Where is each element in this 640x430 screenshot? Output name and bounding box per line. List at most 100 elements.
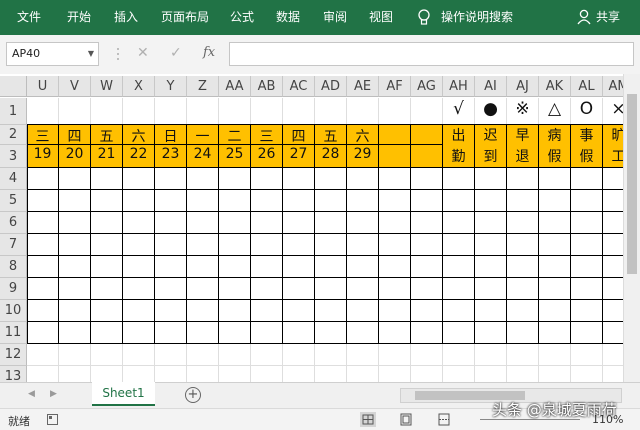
date-cell[interactable]: 19 — [27, 145, 59, 168]
attendance-cell[interactable] — [571, 300, 603, 322]
page-layout-view-icon[interactable] — [398, 412, 414, 427]
empty-cell[interactable] — [155, 366, 187, 382]
row-header-10[interactable]: 10 — [0, 300, 27, 322]
empty-cell[interactable] — [571, 344, 603, 366]
empty-cell[interactable] — [507, 344, 539, 366]
empty-cell[interactable] — [251, 366, 283, 382]
cancel-icon[interactable]: ✕ — [137, 45, 149, 61]
attendance-cell[interactable] — [187, 168, 219, 190]
weekday-cell[interactable]: 四 — [283, 125, 315, 145]
weekday-cell[interactable]: 五 — [91, 125, 123, 145]
attendance-cell[interactable] — [59, 322, 91, 344]
attendance-cell[interactable] — [27, 300, 59, 322]
attendance-cell[interactable] — [155, 278, 187, 300]
attendance-cell[interactable] — [91, 190, 123, 212]
attendance-cell[interactable] — [411, 322, 443, 344]
empty-cell[interactable] — [443, 344, 475, 366]
empty-cell[interactable] — [91, 98, 123, 125]
empty-cell[interactable] — [123, 344, 155, 366]
empty-cell[interactable] — [411, 344, 443, 366]
attendance-cell[interactable] — [315, 278, 347, 300]
attendance-cell[interactable] — [475, 278, 507, 300]
empty-cell[interactable] — [251, 98, 283, 125]
attendance-cell[interactable] — [91, 234, 123, 256]
attendance-cell[interactable] — [571, 190, 603, 212]
empty-cell[interactable] — [571, 366, 603, 382]
attendance-cell[interactable] — [347, 322, 379, 344]
attendance-cell[interactable] — [187, 212, 219, 234]
attendance-cell[interactable] — [411, 190, 443, 212]
status-label-cell[interactable]: 事假 — [571, 125, 603, 168]
attendance-cell[interactable] — [123, 168, 155, 190]
attendance-cell[interactable] — [251, 212, 283, 234]
row-header-5[interactable]: 5 — [0, 190, 27, 212]
attendance-cell[interactable] — [27, 168, 59, 190]
attendance-cell[interactable] — [443, 256, 475, 278]
spreadsheet-grid[interactable]: U V W X Y Z AA AB AC AD AE AF AG AH AI AJ AK AL AM 1 2 3 4 5 6 7 8… — [0, 74, 640, 382]
empty-cell[interactable] — [315, 98, 347, 125]
column-header-X[interactable]: X — [123, 76, 155, 97]
vertical-scrollbar[interactable] — [623, 74, 640, 382]
attendance-cell[interactable] — [475, 234, 507, 256]
tab-prev-icon[interactable]: ◀ — [28, 389, 35, 399]
attendance-cell[interactable] — [475, 168, 507, 190]
attendance-cell[interactable] — [315, 234, 347, 256]
legend-symbol[interactable]: ● — [475, 98, 507, 125]
attendance-cell[interactable] — [91, 168, 123, 190]
attendance-cell[interactable] — [283, 212, 315, 234]
status-label-cell[interactable]: 迟到 — [475, 125, 507, 168]
ribbon-tab-7[interactable]: 视图 — [369, 9, 393, 25]
attendance-cell[interactable] — [155, 256, 187, 278]
attendance-cell[interactable] — [507, 256, 539, 278]
attendance-cell[interactable] — [379, 278, 411, 300]
empty-cell[interactable] — [379, 366, 411, 382]
column-header-AI[interactable]: AI — [475, 76, 507, 97]
attendance-cell[interactable] — [379, 256, 411, 278]
attendance-cell[interactable] — [315, 322, 347, 344]
empty-cell[interactable] — [251, 344, 283, 366]
empty-cell[interactable] — [539, 366, 571, 382]
attendance-cell[interactable] — [571, 212, 603, 234]
attendance-cell[interactable] — [411, 278, 443, 300]
attendance-cell[interactable] — [539, 190, 571, 212]
row-header-4[interactable]: 4 — [0, 168, 27, 190]
attendance-cell[interactable] — [411, 256, 443, 278]
attendance-cell[interactable] — [315, 300, 347, 322]
attendance-cell[interactable] — [315, 256, 347, 278]
attendance-cell[interactable] — [443, 322, 475, 344]
attendance-cell[interactable] — [347, 212, 379, 234]
empty-cell[interactable] — [539, 344, 571, 366]
empty-cell[interactable] — [443, 366, 475, 382]
select-all-corner[interactable] — [0, 76, 27, 97]
empty-cell[interactable] — [123, 366, 155, 382]
attendance-cell[interactable] — [475, 300, 507, 322]
attendance-cell[interactable] — [347, 168, 379, 190]
row-header-8[interactable]: 8 — [0, 256, 27, 278]
attendance-cell[interactable] — [507, 300, 539, 322]
date-cell[interactable]: 29 — [347, 145, 379, 168]
attendance-cell[interactable] — [571, 256, 603, 278]
attendance-cell[interactable] — [315, 168, 347, 190]
empty-header-cell[interactable] — [379, 125, 411, 145]
attendance-cell[interactable] — [155, 212, 187, 234]
attendance-cell[interactable] — [379, 322, 411, 344]
attendance-cell[interactable] — [539, 278, 571, 300]
empty-cell[interactable] — [315, 344, 347, 366]
column-header-AG[interactable]: AG — [411, 76, 443, 97]
weekday-cell[interactable]: 三 — [27, 125, 59, 145]
empty-cell[interactable] — [475, 366, 507, 382]
date-cell[interactable]: 27 — [283, 145, 315, 168]
macro-record-icon[interactable] — [47, 414, 58, 425]
empty-cell[interactable] — [283, 366, 315, 382]
row-header-7[interactable]: 7 — [0, 234, 27, 256]
tell-me-search[interactable]: 操作说明搜索 — [441, 9, 513, 25]
attendance-cell[interactable] — [507, 278, 539, 300]
attendance-cell[interactable] — [315, 190, 347, 212]
empty-cell[interactable] — [59, 98, 91, 125]
empty-cell[interactable] — [27, 366, 59, 382]
weekday-cell[interactable]: 六 — [347, 125, 379, 145]
attendance-cell[interactable] — [219, 300, 251, 322]
attendance-cell[interactable] — [187, 322, 219, 344]
attendance-cell[interactable] — [475, 212, 507, 234]
empty-cell[interactable] — [219, 344, 251, 366]
